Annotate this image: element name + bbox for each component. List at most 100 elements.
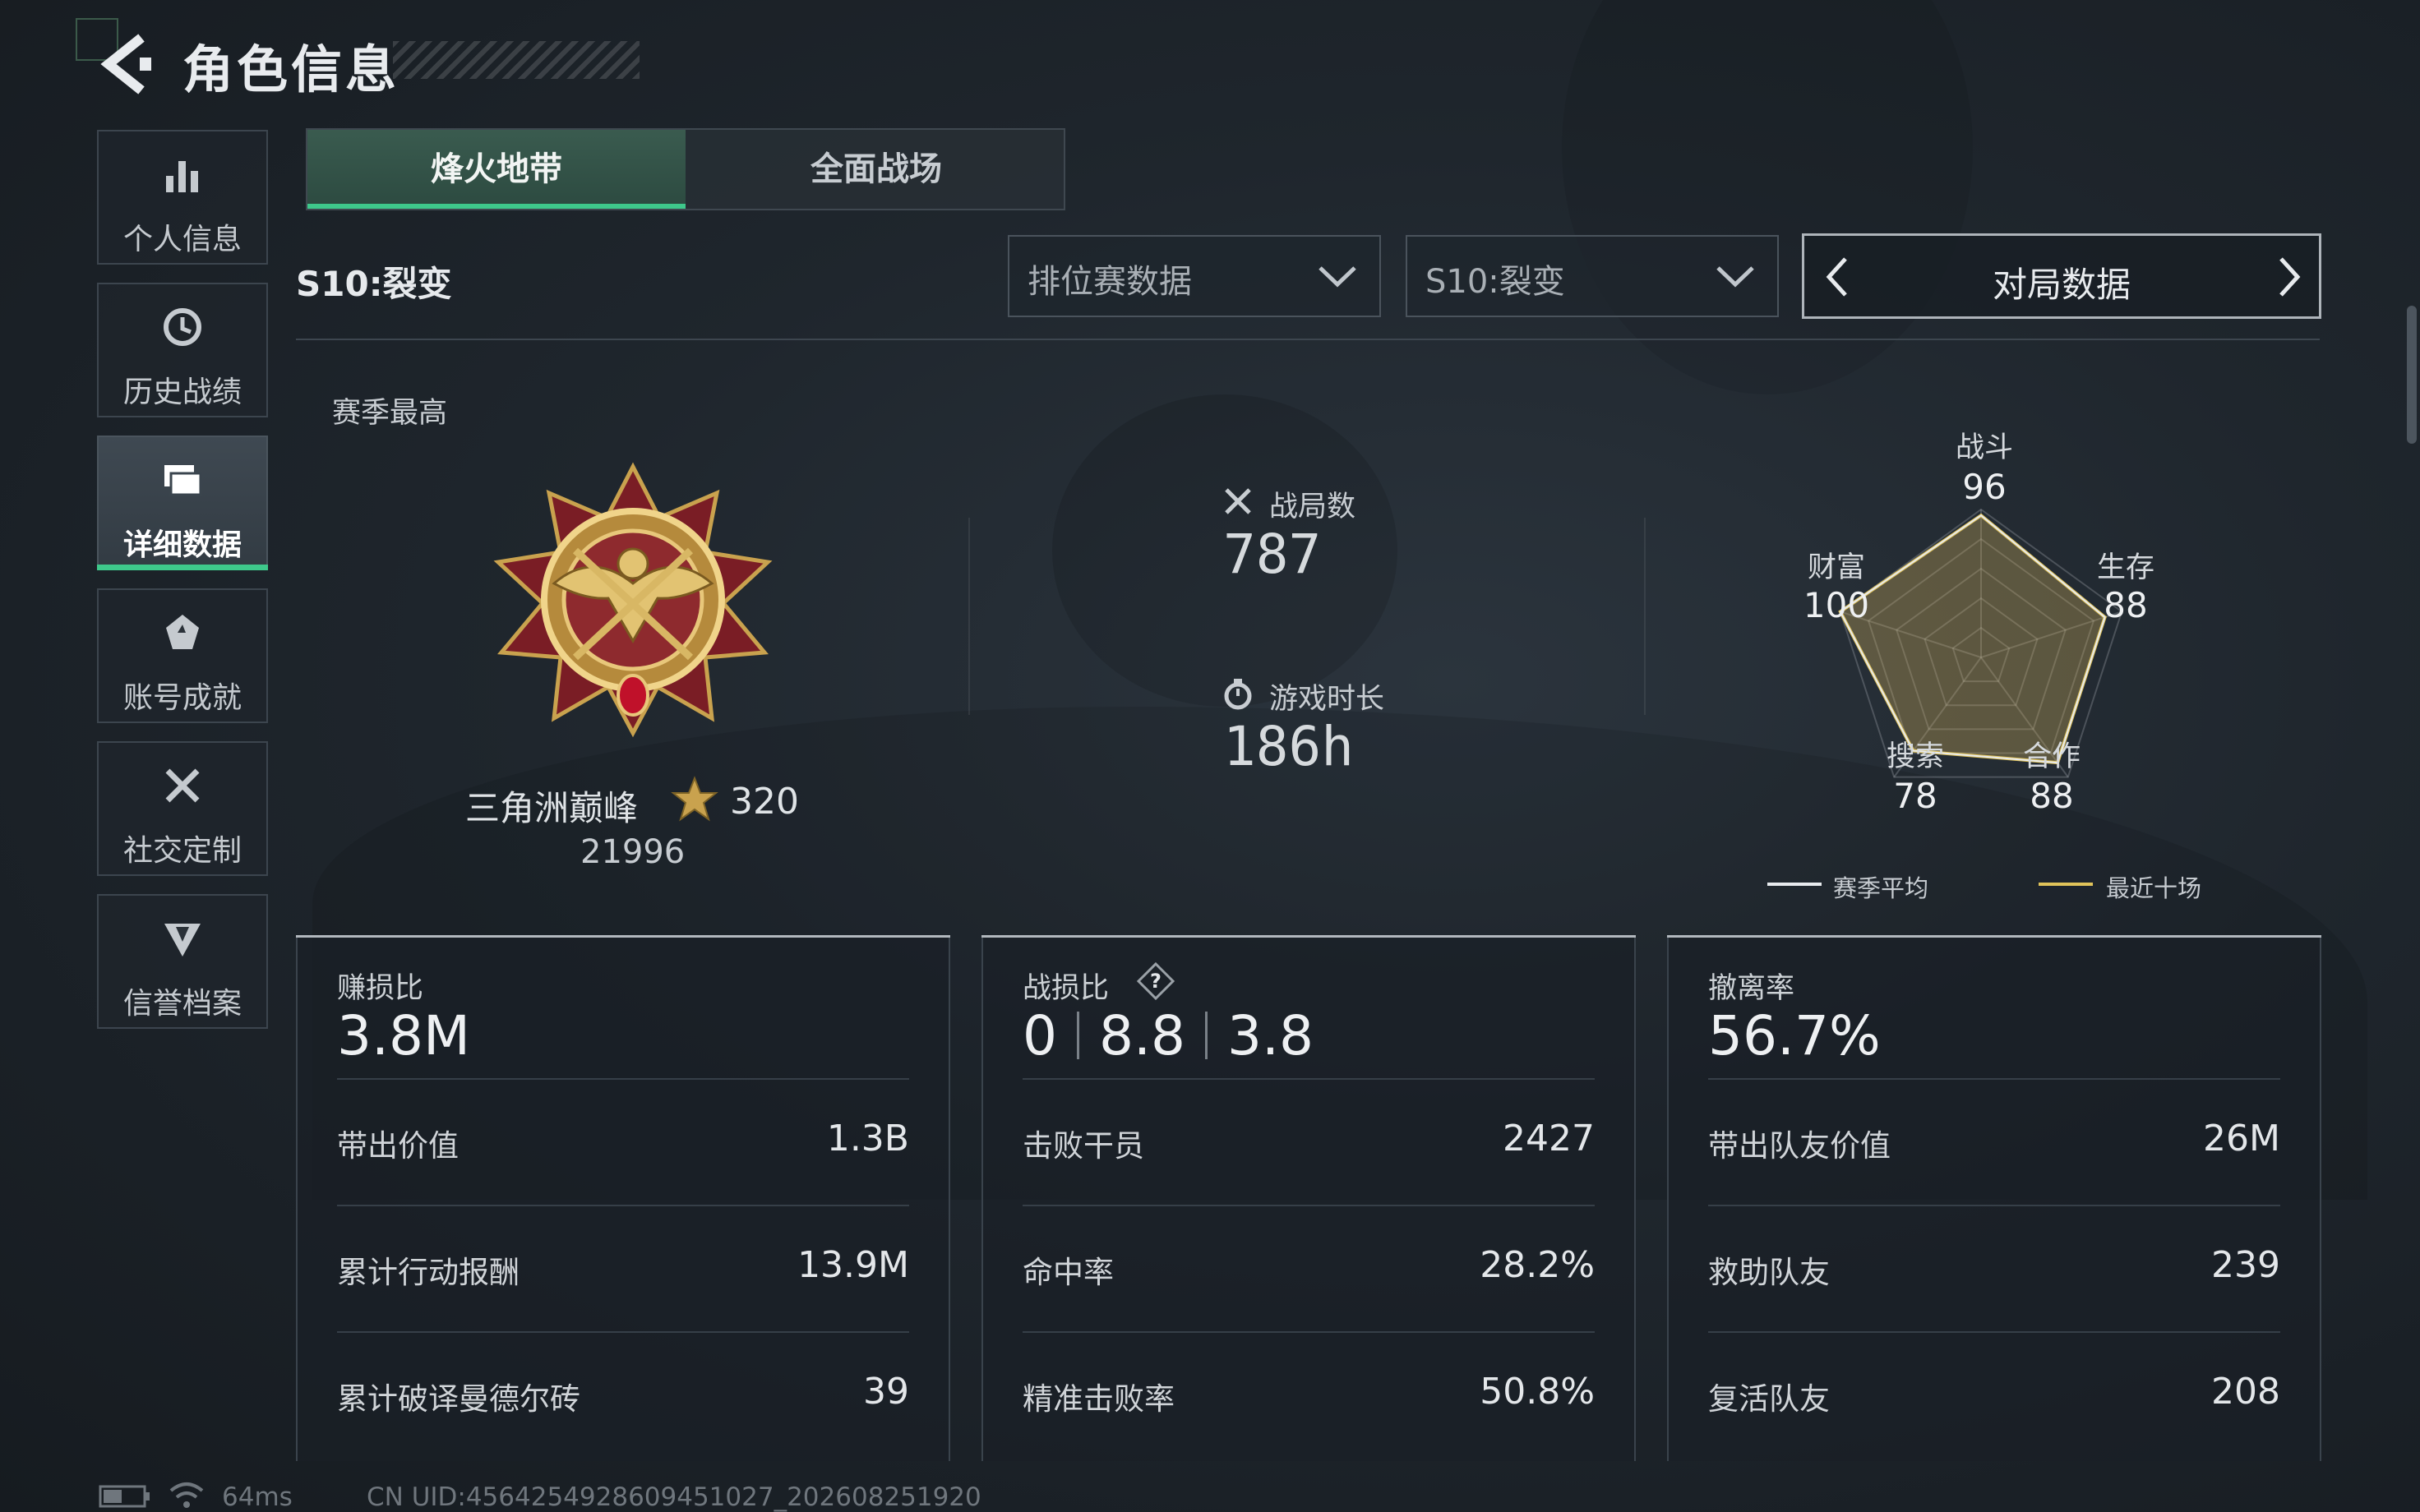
sidebar-item-label: 信誉档案	[122, 987, 242, 1021]
mode-dropdown-value: 排位赛数据	[1028, 263, 1192, 301]
kd-value: 3.8	[1226, 1004, 1314, 1067]
stat-row: 累计行动报酬 13.9M	[337, 1205, 909, 1333]
card-title: 赚损比	[337, 972, 424, 1005]
stat-label: 救助队友	[1708, 1255, 1830, 1290]
sidebar-item-personal-info[interactable]: 个人信息	[97, 130, 268, 265]
mode-tabs: 烽火地带 全面战场	[306, 128, 1065, 210]
radar-label-combat: 战斗	[1955, 431, 2013, 464]
season-best-label: 赛季最高	[332, 397, 448, 430]
stat-row: 命中率 28.2%	[1023, 1205, 1595, 1333]
stat-label: 击败干员	[1023, 1128, 1144, 1164]
help-icon[interactable]: ?	[1136, 961, 1175, 1001]
wifi-icon	[169, 1482, 204, 1508]
rank-score: 21996	[580, 833, 686, 871]
kd-value: 0	[1023, 1004, 1057, 1067]
matches-label: 战局数	[1269, 491, 1356, 523]
kd-value: 8.8	[1099, 1004, 1185, 1067]
stat-label: 累计破译曼德尔砖	[337, 1381, 580, 1417]
radar-value-teamwork: 88	[2030, 776, 2074, 816]
cards-stack-icon	[164, 465, 202, 496]
divider	[968, 518, 970, 715]
uid-text: CN UID:4564254928609451027_202608251920	[367, 1482, 981, 1512]
view-pager: 对局数据	[1802, 233, 2321, 319]
battery-icon	[99, 1485, 150, 1508]
sidebar-item-label: 账号成就	[122, 681, 242, 715]
radar-value-search: 78	[1893, 776, 1937, 816]
radar-label-search: 搜索	[1886, 740, 1944, 773]
shield-emblem-icon	[164, 924, 201, 957]
legend-label-season-avg: 赛季平均	[1833, 874, 1929, 902]
sidebar-item-label: 详细数据	[122, 528, 242, 562]
bar-chart-icon	[166, 161, 198, 192]
stat-value: 50.8%	[1480, 1371, 1595, 1413]
divider	[1204, 1012, 1208, 1059]
sidebar-item-label: 社交定制	[122, 834, 242, 868]
chevron-down-icon	[1319, 266, 1356, 288]
stat-label: 命中率	[1023, 1255, 1114, 1290]
season-dropdown[interactable]: S10:裂变	[1406, 235, 1779, 317]
kd-values: 0 8.8 3.8	[1023, 1004, 1314, 1067]
stat-value: 239	[2211, 1244, 2280, 1286]
tools-icon	[165, 768, 200, 803]
legend-label-recent: 最近十场	[2106, 874, 2202, 902]
stat-value: 208	[2211, 1371, 2280, 1413]
card-title: 战损比	[1023, 972, 1110, 1005]
chevron-down-icon	[1716, 266, 1754, 288]
stat-row: 复活队友 208	[1708, 1331, 2280, 1459]
rank-medal-icon	[493, 462, 773, 738]
radar-label-survival: 生存	[2096, 551, 2154, 584]
stopwatch-icon	[1224, 679, 1252, 710]
radar-value-wealth: 100	[1803, 585, 1870, 625]
back-arrow-icon[interactable]	[97, 33, 155, 95]
scrollbar[interactable]	[2407, 306, 2417, 444]
stat-value: 28.2%	[1480, 1244, 1595, 1286]
stat-row: 带出队友价值 26M	[1708, 1078, 2280, 1206]
history-clock-icon	[164, 308, 201, 346]
stat-value: 2427	[1503, 1118, 1595, 1159]
medal-badge-icon	[166, 615, 199, 649]
sidebar-item-history[interactable]: 历史战绩	[97, 283, 268, 417]
stat-value: 1.3B	[826, 1118, 909, 1159]
tab-full-battlefield[interactable]: 全面战场	[687, 130, 1065, 209]
ping-value: 64ms	[222, 1482, 293, 1512]
stat-row: 精准击败率 50.8%	[1023, 1331, 1595, 1459]
stat-row: 累计破译曼德尔砖 39	[337, 1331, 909, 1459]
chevron-right-icon[interactable]	[2273, 256, 2306, 298]
rank-name: 三角洲巅峰	[465, 788, 639, 828]
page-title: 角色信息	[182, 39, 400, 99]
legend-swatch-recent	[2039, 883, 2093, 886]
profit-card: 赚损比 3.8M 带出价值 1.3B 累计行动报酬 13.9M 累计破译曼德尔砖…	[296, 935, 950, 1461]
card-title: 撤离率	[1708, 972, 1795, 1005]
sidebar-item-label: 历史战绩	[122, 376, 242, 409]
stat-value: 26M	[2203, 1118, 2280, 1159]
star-icon	[671, 776, 718, 822]
playtime-value: 186h	[1223, 715, 1354, 778]
crossed-swords-icon	[1225, 488, 1251, 514]
tab-firezone[interactable]: 烽火地带	[307, 130, 686, 209]
divider	[1077, 1012, 1079, 1059]
radar-value-survival: 88	[2104, 585, 2148, 625]
rank-stars-count: 320	[730, 781, 799, 823]
title-decoration	[393, 41, 640, 79]
mode-dropdown[interactable]: 排位赛数据	[1008, 235, 1381, 317]
sidebar-item-detailed-data[interactable]: 详细数据	[97, 436, 268, 570]
stat-row: 击败干员 2427	[1023, 1078, 1595, 1206]
divider	[1644, 518, 1646, 715]
season-label: S10:裂变	[296, 264, 452, 304]
legend-swatch-season-avg	[1767, 883, 1822, 886]
sidebar-item-label: 个人信息	[122, 223, 242, 256]
matches-value: 787	[1223, 523, 1322, 586]
radar-value-combat: 96	[1962, 467, 2007, 507]
radar-label-wealth: 财富	[1807, 551, 1865, 584]
stat-label: 带出队友价值	[1708, 1128, 1891, 1164]
stat-label: 带出价值	[337, 1128, 459, 1164]
card-headline: 3.8M	[337, 1004, 470, 1067]
kd-card: 战损比 ? 0 8.8 3.8 击败干员 2427 命中率 28.2% 精准击败率 …	[981, 935, 1636, 1461]
sidebar-item-social[interactable]: 社交定制	[97, 741, 268, 876]
stat-row: 救助队友 239	[1708, 1205, 2280, 1333]
sidebar-item-achievements[interactable]: 账号成就	[97, 588, 268, 723]
stat-label: 精准击败率	[1023, 1381, 1175, 1417]
stat-value: 13.9M	[797, 1244, 909, 1286]
sidebar-item-credit[interactable]: 信誉档案	[97, 894, 268, 1029]
stat-label: 复活队友	[1708, 1381, 1830, 1417]
